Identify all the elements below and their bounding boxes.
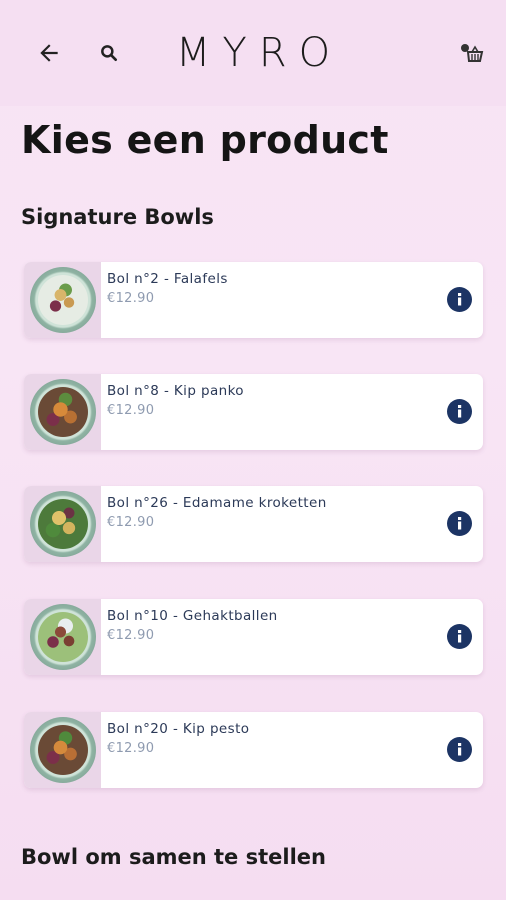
- product-name: Bol n°2 - Falafels: [107, 271, 228, 287]
- product-info-button[interactable]: [447, 737, 472, 762]
- product-info-button[interactable]: [447, 287, 472, 312]
- product-name: Bol n°8 - Kip panko: [107, 383, 244, 399]
- product-price: €12.90: [107, 291, 155, 306]
- search-button[interactable]: [89, 33, 129, 73]
- product-card[interactable]: Bol n°20 - Kip pesto €12.90: [24, 712, 483, 788]
- back-button[interactable]: [29, 33, 69, 73]
- app-bar: MYRO: [0, 0, 506, 106]
- shopping-basket-icon: [461, 44, 484, 62]
- page-title: Kies een product: [21, 118, 389, 162]
- product-image: [24, 712, 101, 788]
- product-card[interactable]: Bol n°10 - Gehaktballen €12.90: [24, 599, 483, 675]
- info-icon: [458, 743, 462, 756]
- section-title-custom-bowl: Bowl om samen te stellen: [21, 845, 326, 869]
- info-icon: [458, 405, 462, 418]
- product-image: [24, 374, 101, 450]
- section-title-signature-bowls: Signature Bowls: [21, 205, 214, 229]
- product-image: [24, 486, 101, 562]
- product-image: [24, 262, 101, 338]
- product-name: Bol n°26 - Edamame kroketten: [107, 495, 327, 511]
- info-icon: [458, 293, 462, 306]
- cart-button[interactable]: [452, 33, 492, 73]
- product-card[interactable]: Bol n°26 - Edamame kroketten €12.90: [24, 486, 483, 562]
- brand-logo[interactable]: MYRO: [176, 30, 330, 76]
- product-price: €12.90: [107, 515, 155, 530]
- product-card[interactable]: Bol n°2 - Falafels €12.90: [24, 262, 483, 338]
- product-price: €12.90: [107, 628, 155, 643]
- product-image: [24, 599, 101, 675]
- product-info-button[interactable]: [447, 511, 472, 536]
- info-icon: [458, 517, 462, 530]
- arrow-left-icon: [40, 44, 58, 62]
- product-info-button[interactable]: [447, 399, 472, 424]
- product-card[interactable]: Bol n°8 - Kip panko €12.90: [24, 374, 483, 450]
- product-info-button[interactable]: [447, 624, 472, 649]
- search-icon: [101, 45, 117, 62]
- product-price: €12.90: [107, 403, 155, 418]
- product-price: €12.90: [107, 741, 155, 756]
- product-name: Bol n°20 - Kip pesto: [107, 721, 250, 737]
- product-name: Bol n°10 - Gehaktballen: [107, 608, 278, 624]
- info-icon: [458, 630, 462, 643]
